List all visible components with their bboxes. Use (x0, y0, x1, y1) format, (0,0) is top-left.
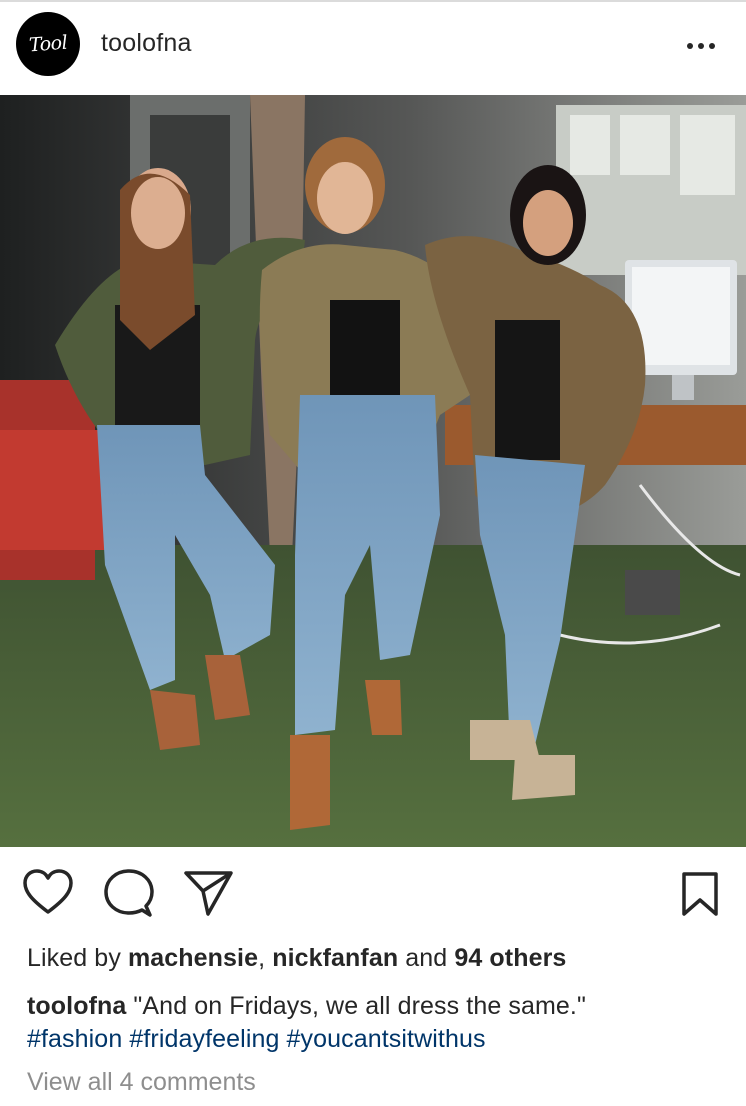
paper-plane-icon (184, 871, 233, 916)
post-username[interactable]: toolofna (101, 29, 192, 58)
likes-summary: Liked by machensie, nickfanfan and 94 ot… (27, 944, 566, 973)
save-button[interactable] (678, 870, 722, 918)
likes-others-link[interactable]: 94 others (454, 944, 566, 972)
view-comments-link[interactable]: View all 4 comments (27, 1068, 256, 1097)
action-bar (0, 847, 746, 942)
hashtag-youcantsitwithus[interactable]: #youcantsitwithus (287, 1025, 486, 1053)
likes-prefix: Liked by (27, 944, 121, 972)
post-image (0, 95, 746, 847)
caption-hashtags: #fashion #fridayfeeling #youcantsitwithu… (27, 1025, 486, 1053)
bookmark-icon (682, 872, 718, 916)
post-photo[interactable] (0, 95, 746, 847)
comment-button[interactable] (102, 868, 154, 918)
speech-bubble-icon (104, 869, 154, 917)
like-button[interactable] (22, 868, 74, 918)
heart-icon (23, 869, 73, 914)
hashtag-fridayfeeling[interactable]: #fridayfeeling (129, 1025, 279, 1053)
post-caption: toolofna "And on Fridays, we all dress t… (27, 990, 727, 1056)
share-button[interactable] (182, 868, 234, 918)
caption-text: "And on Fridays, we all dress the same." (126, 992, 586, 1020)
likes-and: and (398, 944, 455, 972)
avatar-logo-text: Tool (28, 31, 68, 57)
likes-separator: , (258, 944, 273, 972)
liker-nickfanfan[interactable]: nickfanfan (272, 944, 398, 972)
caption-username[interactable]: toolofna (27, 992, 126, 1020)
hashtag-fashion[interactable]: #fashion (27, 1025, 122, 1053)
liker-machensie[interactable]: machensie (128, 944, 258, 972)
more-horizontal-icon (687, 43, 715, 49)
avatar[interactable]: Tool (16, 12, 80, 76)
more-options-button[interactable] (676, 26, 726, 66)
post-header: Tool toolofna (0, 2, 746, 95)
